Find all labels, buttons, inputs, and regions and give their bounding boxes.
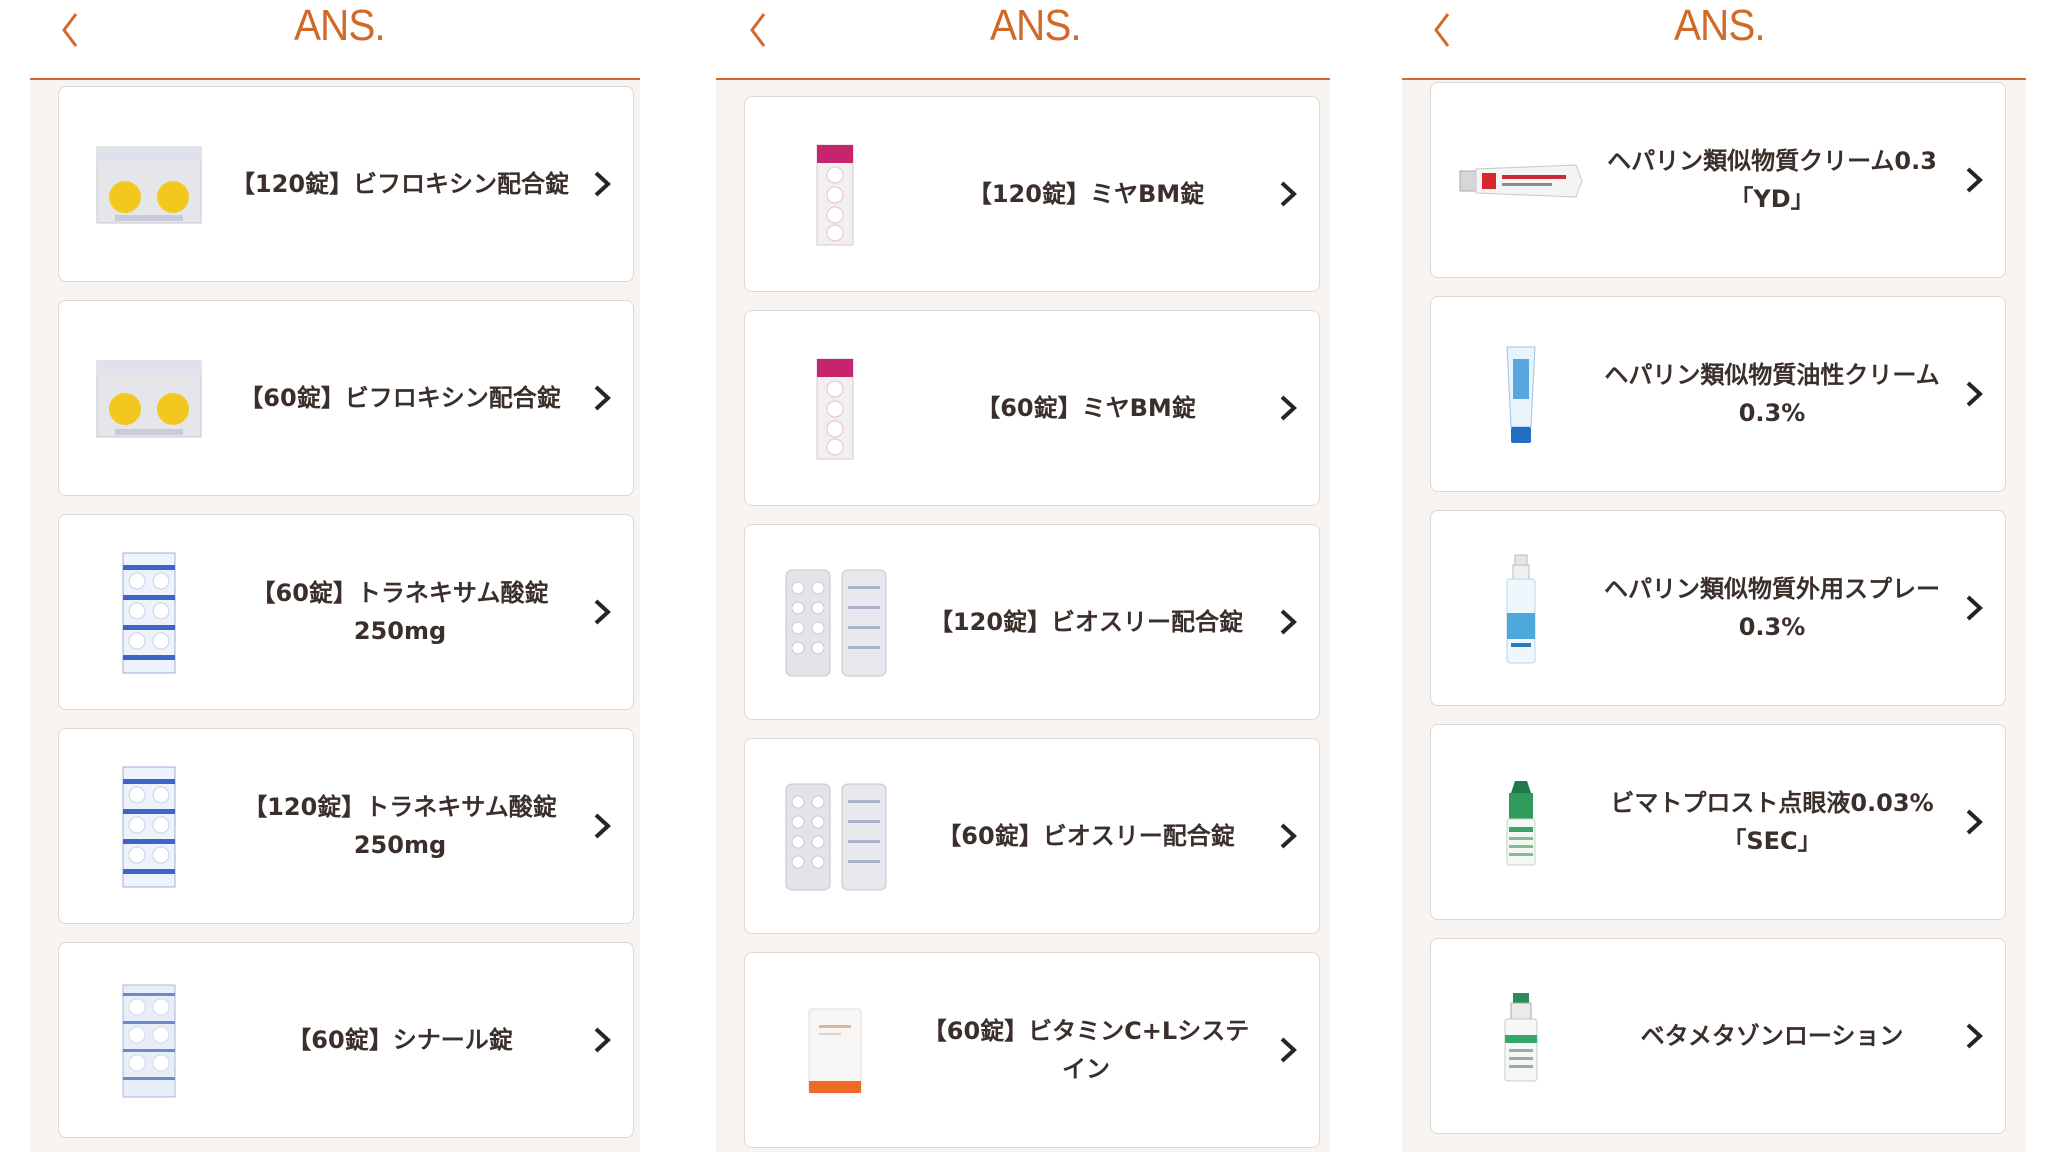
product-name: 【120錠】トラネキサム酸錠 250mg (243, 793, 557, 859)
chevron-right-icon (589, 597, 615, 627)
tube-blue-icon (1461, 317, 1581, 473)
pouch-icon (775, 973, 895, 1129)
screen-2: ANS. 【120錠】ミヤBM錠 【60錠】ミヤBM錠 【120錠】ビオスリー配… (690, 0, 1330, 1152)
product-name: ヘパリン類似物質外用スプレー 0.3% (1604, 575, 1940, 641)
chevron-right-icon (1961, 165, 1987, 195)
product-card[interactable]: 【60錠】ビフロキシン配合錠 (58, 300, 634, 496)
blister-gray-icon (781, 759, 891, 915)
product-name: 【60錠】ビタミンC+Lシステ イン (922, 1017, 1250, 1083)
product-card[interactable]: ビマトプロスト点眼液0.03% 「SEC」 (1430, 724, 2006, 920)
product-name: 【60錠】ビフロキシン配合錠 (239, 384, 561, 412)
product-name: ヘパリン類似物質クリーム0.3 「YD」 (1607, 147, 1937, 213)
lotion-bottle-icon (1461, 959, 1581, 1115)
chevron-right-icon (1961, 379, 1987, 409)
chevron-right-icon (1275, 1035, 1301, 1065)
header: ANS. (1380, 0, 2048, 80)
product-name: ベタメタゾンローション (1640, 1022, 1904, 1050)
spray-bottle-icon (1461, 531, 1581, 687)
strip-pink-icon (775, 331, 895, 487)
blister-blue-icon (89, 535, 209, 691)
product-list[interactable]: 【120錠】ミヤBM錠 【60錠】ミヤBM錠 【120錠】ビオスリー配合錠 【6… (716, 80, 1330, 1152)
product-name: 【120錠】ビオスリー配合錠 (928, 608, 1244, 636)
tube-red-icon (1457, 103, 1585, 259)
blister-yellow-icon (89, 321, 209, 477)
header: ANS. (690, 0, 1330, 80)
product-card[interactable]: ベタメタゾンローション (1430, 938, 2006, 1134)
chevron-right-icon (1275, 607, 1301, 637)
chevron-right-icon (589, 811, 615, 841)
eyedrop-icon (1461, 745, 1581, 901)
chevron-right-icon (1275, 179, 1301, 209)
app-logo: ANS. (1380, 0, 2048, 56)
chevron-right-icon (1275, 393, 1301, 423)
logo-text: ANS. (1673, 1, 1766, 50)
product-card[interactable]: ヘパリン類似物質外用スプレー 0.3% (1430, 510, 2006, 706)
chevron-right-icon (1961, 807, 1987, 837)
chevron-right-icon (589, 383, 615, 413)
product-card[interactable]: 【60錠】トラネキサム酸錠 250mg (58, 514, 634, 710)
strip-pink-icon (775, 117, 895, 273)
app-logo: ANS. (690, 0, 1330, 56)
product-list[interactable]: 【120錠】ビフロキシン配合錠 【60錠】ビフロキシン配合錠 【60錠】トラネキ… (30, 80, 640, 1152)
product-card[interactable]: 【60錠】ビオスリー配合錠 (744, 738, 1320, 934)
product-card[interactable]: 【60錠】ミヤBM錠 (744, 310, 1320, 506)
blister-blue-icon (89, 749, 209, 905)
product-card[interactable]: ヘパリン類似物質油性クリーム 0.3% (1430, 296, 2006, 492)
product-card[interactable]: 【120錠】ビフロキシン配合錠 (58, 86, 634, 282)
product-card[interactable]: ヘパリン類似物質クリーム0.3 「YD」 (1430, 82, 2006, 278)
chevron-right-icon (589, 1025, 615, 1055)
header: ANS. (0, 0, 640, 80)
product-card[interactable]: 【60錠】ビタミンC+Lシステ イン (744, 952, 1320, 1148)
product-name: 【60錠】ミヤBM錠 (976, 394, 1196, 422)
product-card[interactable]: 【120錠】ビオスリー配合錠 (744, 524, 1320, 720)
app-logo: ANS. (0, 0, 640, 56)
screen-3: ANS. ヘパリン類似物質クリーム0.3 「YD」 ヘパリン類似物質油性クリーム… (1380, 0, 2048, 1152)
blister-yellow-icon (89, 107, 209, 263)
product-list[interactable]: ヘパリン類似物質クリーム0.3 「YD」 ヘパリン類似物質油性クリーム 0.3%… (1402, 80, 2026, 1152)
chevron-right-icon (1961, 1021, 1987, 1051)
logo-text: ANS. (293, 1, 386, 50)
product-card[interactable]: 【60錠】シナール錠 (58, 942, 634, 1138)
product-name: ビマトプロスト点眼液0.03% 「SEC」 (1610, 789, 1934, 855)
product-name: 【60錠】シナール錠 (287, 1026, 513, 1054)
blister-blue-icon (89, 963, 209, 1119)
product-name: 【120錠】ビフロキシン配合錠 (230, 170, 570, 198)
screen-1: ANS. 【120錠】ビフロキシン配合錠 【60錠】ビフロキシン配合錠 【60錠… (0, 0, 640, 1152)
product-name: 【120錠】ミヤBM錠 (967, 180, 1205, 208)
blister-gray-icon (781, 545, 891, 701)
product-name: 【60錠】トラネキサム酸錠 250mg (251, 579, 549, 645)
product-card[interactable]: 【120錠】ミヤBM錠 (744, 96, 1320, 292)
product-name: 【60錠】ビオスリー配合錠 (937, 822, 1235, 850)
chevron-right-icon (1961, 593, 1987, 623)
product-name: ヘパリン類似物質油性クリーム 0.3% (1604, 361, 1940, 427)
chevron-right-icon (589, 169, 615, 199)
logo-text: ANS. (989, 1, 1082, 50)
chevron-right-icon (1275, 821, 1301, 851)
product-card[interactable]: 【120錠】トラネキサム酸錠 250mg (58, 728, 634, 924)
